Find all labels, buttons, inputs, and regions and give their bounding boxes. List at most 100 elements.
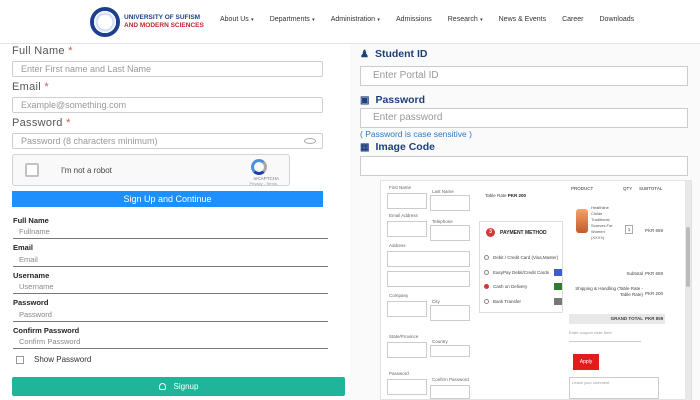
eye-icon[interactable]	[304, 138, 316, 144]
last-name-input[interactable]	[430, 195, 470, 211]
coupon-input[interactable]: Enter coupon code here	[569, 330, 641, 342]
student-id-label: ♟ Student ID	[360, 48, 428, 60]
form2-email-label: Email	[13, 243, 34, 252]
form2-fullname-input[interactable]: Fullname	[13, 226, 328, 239]
logo-line-2: AND MODERN SCIENCES	[124, 22, 204, 29]
nav-admissions[interactable]: Admissions	[396, 16, 432, 23]
password-label: Password *	[12, 117, 71, 129]
shipping-value: PKR 200	[645, 291, 664, 296]
order-summary: PRODUCT QTY SUBTOTAL Healthline Childe T…	[569, 181, 665, 400]
checkout-screenshot: First Name Last Name Email Address Telep…	[380, 180, 692, 400]
recaptcha-links[interactable]: Privacy - Terms	[250, 181, 277, 186]
subtotal-label: Subtotal	[626, 271, 643, 276]
show-password-checkbox[interactable]	[16, 356, 24, 364]
scroll-thumb[interactable]	[686, 227, 690, 287]
company-label: Company	[389, 293, 409, 298]
product-name[interactable]: Healthline Childe Traditional Scarves Fo…	[591, 205, 619, 241]
checkout-password-label: Password	[389, 371, 409, 376]
image-code-input[interactable]	[360, 156, 688, 176]
student-id-input[interactable]: Enter Portal ID	[360, 66, 688, 86]
payment-option-easypay[interactable]: EasyPay Debit/Credit Cards	[484, 270, 549, 275]
form2-email-input[interactable]: Email	[13, 254, 328, 267]
shipping-label: Shipping & Handling (Table Rate - Table …	[575, 286, 643, 297]
last-name-label: Last Name	[432, 189, 454, 194]
form2-fullname-label: Full Name	[13, 216, 49, 225]
nav-news-events[interactable]: News & Events	[499, 16, 546, 23]
nav-career[interactable]: Career	[562, 16, 583, 23]
form2-username-label: Username	[13, 271, 50, 280]
form2-username-input[interactable]: Username	[13, 281, 328, 294]
payment-method-box: 3 PAYMENT METHOD Debit / Credit Card (Vis…	[479, 221, 563, 313]
radio-button[interactable]	[484, 255, 489, 260]
form2-confirm-password-input[interactable]: Confirm Password	[13, 336, 328, 349]
grand-total-value: PKR 859	[645, 316, 664, 321]
address-form: First Name Last Name Email Address Telep…	[384, 181, 472, 400]
radio-button[interactable]	[484, 299, 489, 304]
col-product: PRODUCT	[571, 186, 594, 191]
signup-continue-button[interactable]: Sign Up and Continue	[12, 191, 323, 207]
state-label: State/Province	[389, 334, 419, 339]
payment-option-bank[interactable]: Bank Transfer	[484, 299, 521, 304]
step-badge: 3	[486, 228, 495, 237]
nav-departments[interactable]: Departments ▾	[270, 16, 315, 23]
col-subtotal: SUBTOTAL	[639, 186, 663, 191]
cash-icon	[554, 283, 562, 290]
recaptcha-checkbox[interactable]	[25, 163, 39, 177]
country-label: Country	[432, 339, 448, 344]
chevron-down-icon: ▾	[249, 17, 254, 23]
case-sensitive-note: ( Password is case sensitive )	[360, 129, 472, 139]
telephone-input[interactable]	[430, 225, 470, 241]
state-select[interactable]	[387, 342, 427, 358]
email-input[interactable]: Example@something.com	[12, 97, 323, 113]
nav-about-us[interactable]: About Us ▾	[220, 16, 254, 23]
subtotal-value: PKR 659	[645, 271, 664, 276]
checkout-password-input[interactable]	[387, 379, 427, 395]
main-nav: About Us ▾ Departments ▾ Administration …	[220, 16, 650, 23]
signup-button[interactable]: Signup	[12, 377, 345, 396]
city-input[interactable]	[430, 305, 470, 321]
image-code-label: ▦ Image Code	[360, 141, 435, 153]
payment-method-heading: 3 PAYMENT METHOD	[486, 228, 547, 237]
first-name-input[interactable]	[387, 193, 427, 209]
col-qty: QTY	[623, 186, 633, 191]
user-icon: ♟	[360, 49, 369, 60]
recaptcha-widget: I'm not a robot reCAPTCHA Privacy - Term…	[12, 154, 290, 186]
table-rate-tag: Table Rate PKR 200	[485, 193, 527, 198]
nav-administration[interactable]: Administration ▾	[331, 16, 380, 23]
full-name-input[interactable]: Enter First name and Last Name	[12, 61, 323, 77]
university-logo[interactable]: UNIVERSITY OF SUFISM AND MODERN SCIENCES	[90, 7, 204, 37]
address-input[interactable]	[387, 251, 470, 267]
radio-button[interactable]	[484, 270, 489, 275]
login-password-label: ▣ Password	[360, 94, 426, 106]
company-input[interactable]	[387, 301, 427, 317]
form2-password-label: Password	[13, 298, 49, 307]
password-input[interactable]: Password (8 characters minimum)	[12, 133, 323, 149]
card-logo-icon	[554, 269, 562, 276]
telephone-label: Telephone	[432, 219, 453, 224]
radio-button-selected[interactable]	[484, 284, 489, 289]
payment-option-cod[interactable]: Cash on Delivery	[484, 284, 527, 289]
scrollbar[interactable]	[685, 181, 691, 400]
checkout-confirm-password-input[interactable]	[430, 385, 470, 399]
show-password-label: Show Password	[34, 355, 92, 364]
payment-option-card[interactable]: Debit / Credit Card (Visa,Master)	[484, 255, 558, 260]
login-password-input[interactable]: Enter password	[360, 108, 688, 128]
country-select[interactable]	[430, 345, 470, 357]
apply-coupon-button[interactable]: Apply	[573, 354, 599, 370]
address-line-2-input[interactable]	[387, 271, 470, 287]
lock-icon: ▣	[360, 95, 370, 106]
city-label: City	[432, 299, 440, 304]
email-address-input[interactable]	[387, 221, 427, 237]
logo-line-1: UNIVERSITY OF SUFISM	[124, 14, 201, 21]
form2-password-input[interactable]: Password	[13, 309, 328, 322]
bank-icon	[554, 298, 562, 305]
form2-confirm-password-label: Confirm Password	[13, 326, 80, 335]
nav-research[interactable]: Research ▾	[448, 16, 483, 23]
comment-textarea[interactable]: Leave your comment	[569, 377, 659, 399]
user-icon	[158, 383, 166, 390]
nav-downloads[interactable]: Downloads	[600, 16, 635, 23]
email-address-label: Email Address	[389, 213, 418, 218]
first-name-label: First Name	[389, 185, 412, 190]
qty-input[interactable]: 1	[625, 225, 633, 234]
email-label: Email *	[12, 81, 49, 93]
